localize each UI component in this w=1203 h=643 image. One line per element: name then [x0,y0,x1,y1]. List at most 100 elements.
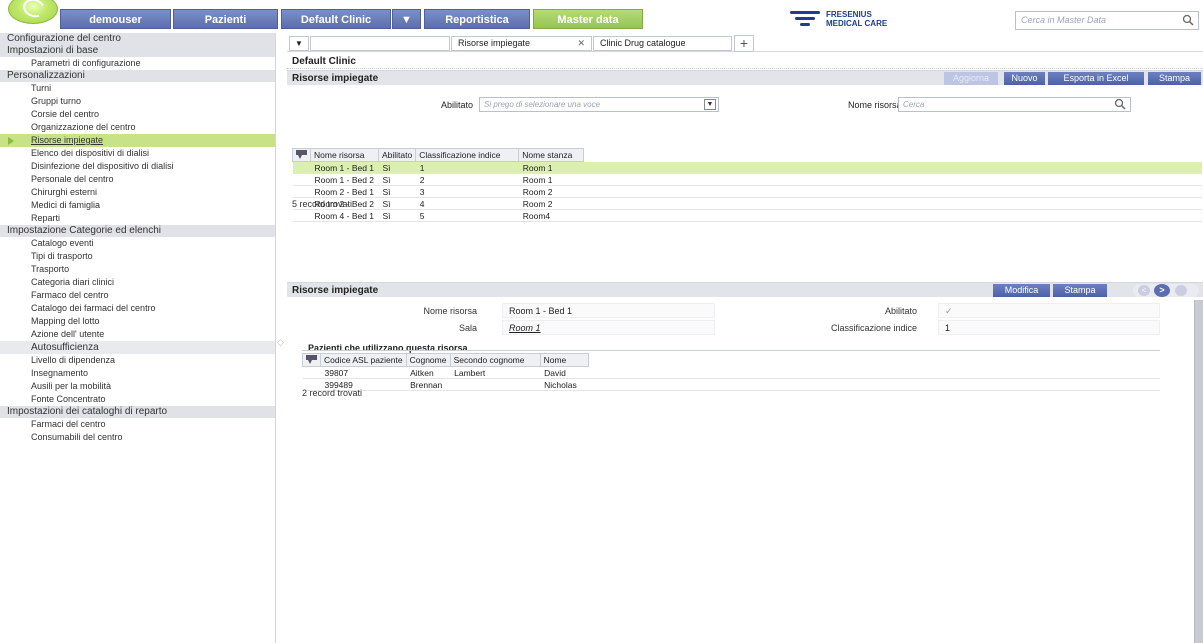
table-row[interactable]: Room 1 - Bed 1 Sì 1 Room 1 [292,161,1202,174]
table-cell: Sì [378,197,416,210]
clinic-nav-button[interactable]: Default Clinic [281,9,391,29]
edit-button[interactable]: Modifica [993,284,1050,297]
sidebar-item[interactable]: Insegnamento [0,367,275,380]
sidebar-collapse-handle-icon[interactable]: ◇ [277,337,287,349]
table-cell-filler [583,209,1202,222]
table-cell: 39807 [320,366,407,379]
sidebar-item[interactable]: Ausili per la mobilità [0,380,275,393]
tab-clinic-drug-catalogue[interactable]: Clinic Drug catalogue [593,36,732,51]
divider [302,350,1160,351]
table-cell: Room 2 - Bed 1 [310,185,379,198]
sidebar-item[interactable]: Personale del centro [0,173,275,186]
sidebar-item[interactable]: Tipi di trasporto [0,250,275,263]
detail-scrollbar[interactable] [1194,300,1203,643]
tab-label: Clinic Drug catalogue [600,38,686,48]
column-header[interactable]: Nome risorsa [310,148,379,162]
search-icon[interactable] [1114,98,1126,112]
sidebar-item[interactable]: Elenco dei dispositivi di dialisi [0,147,275,160]
table-cell: Sì [378,173,416,186]
app-logo[interactable] [8,0,58,24]
classificazione-label: Classificazione indice [830,323,917,333]
sidebar-item[interactable]: Farmaco del centro [0,289,275,302]
table-cell: Room 1 - Bed 1 [310,161,379,174]
next-record-icon[interactable]: > [1154,284,1170,297]
sidebar-item[interactable]: Fonte Concentrato [0,393,275,406]
nome-risorsa-search-input[interactable]: Cerca [898,97,1131,112]
table-row[interactable]: Room 2 - Bed 2 Sì 4 Room 2 [292,197,1202,210]
sidebar-item[interactable]: Turni [0,82,275,95]
column-header[interactable]: Classificazione indice [415,148,520,162]
table-row[interactable]: Room 4 - Bed 1 Sì 5 Room4 [292,209,1202,222]
column-header[interactable]: Secondo cognome [449,353,541,367]
sidebar-section-header: Configurazione del centro [0,33,275,45]
sidebar-item[interactable]: Autosufficienza [0,341,275,354]
clinic-dropdown-arrow-icon[interactable]: ▼ [392,9,421,29]
table-header-row: Nome risorsa Abilitato Classificazione i… [292,148,1203,162]
detail-panel-title: Risorse impiegate [292,285,379,296]
table-cell: Brennan [406,378,451,391]
sidebar-item[interactable]: Livello di dipendenza [0,354,275,367]
last-record-icon[interactable] [1175,285,1187,296]
sidebar-item[interactable]: Farmaci del centro [0,418,275,431]
column-header[interactable]: Abilitato [377,148,417,162]
new-button[interactable]: Nuovo [1004,72,1045,85]
sidebar-item[interactable]: Consumabili del centro [0,431,275,444]
clinic-title: Default Clinic [292,56,356,67]
master-data-search-input[interactable]: Cerca in Master Data [1015,11,1199,30]
tab-risorse-impiegate[interactable]: Risorse impiegate ✕ [451,36,592,51]
add-tab-icon[interactable]: + [734,35,754,52]
table-row[interactable]: 39807 Aitken Lambert David [302,366,1160,379]
table-cell: 3 [415,185,519,198]
record-navigator: < > [1133,284,1199,297]
sidebar-item[interactable]: Catalogo dei farmaci del centro [0,302,275,315]
sala-link[interactable]: Room 1 [502,320,715,335]
patients-nav-button[interactable]: Pazienti [173,9,278,29]
tab-list-dropdown-icon[interactable]: ▼ [289,36,309,51]
sidebar-item[interactable]: Disinfezione del dispositivo di dialisi [0,160,275,173]
sidebar-item[interactable]: Categoria diari clinici [0,276,275,289]
sidebar-item[interactable]: Organizzazione del centro [0,121,275,134]
table-cell: Aitken [406,366,451,379]
table-cell-filler [583,161,1202,174]
resources-table: Nome risorsa Abilitato Classificazione i… [292,148,1202,222]
column-chooser-icon[interactable] [302,353,321,367]
sidebar-item[interactable]: Gruppi turno [0,95,275,108]
table-cell: Room 2 [518,185,584,198]
sidebar-item[interactable]: Mapping del lotto [0,315,275,328]
table-cell: Room 1 [518,173,584,186]
sidebar-item[interactable]: Azione dell' utente [0,328,275,341]
sidebar-item[interactable]: Chirurghi esterni [0,186,275,199]
print-button[interactable]: Stampa [1053,284,1107,297]
table-row[interactable]: 399489 Brennan Nicholas [302,378,1160,391]
table-cell: Sì [378,185,416,198]
abilitato-filter-select[interactable]: Si prego di selezionare una voce ▼ [479,97,719,112]
table-row[interactable]: Room 1 - Bed 2 Sì 2 Room 1 [292,173,1202,186]
chevron-down-icon[interactable]: ▼ [704,99,716,110]
search-icon[interactable] [1182,14,1194,28]
search-placeholder: Cerca [903,100,925,109]
sidebar-section-header: Impostazione Categorie ed elenchi [0,225,275,237]
sidebar-item[interactable]: Medici di famiglia [0,199,275,212]
reports-nav-button[interactable]: Reportistica [424,9,530,29]
column-chooser-icon[interactable] [292,148,311,162]
sidebar-item[interactable]: Risorse impiegate [0,134,275,147]
column-header[interactable]: Cognome [405,353,451,367]
master-data-nav-button[interactable]: Master data [533,9,643,29]
close-tab-icon[interactable]: ✕ [577,37,585,50]
sidebar-item[interactable]: Trasporto [0,263,275,276]
sidebar-item[interactable]: Corsie del centro [0,108,275,121]
refresh-button[interactable]: Aggiorna [944,72,998,85]
user-menu-button[interactable]: demouser [60,9,171,29]
sidebar-item[interactable]: Reparti [0,212,275,225]
previous-record-icon[interactable]: < [1138,285,1150,296]
sidebar-item[interactable]: Catalogo eventi [0,237,275,250]
column-header[interactable]: Nome [539,353,589,367]
sidebar-item[interactable]: Parametri di configurazione [0,57,275,70]
column-header[interactable]: Codice ASL paziente [320,353,407,367]
table-row[interactable]: Room 2 - Bed 1 Sì 3 Room 2 [292,185,1202,198]
column-header[interactable]: Nome stanza [518,148,585,162]
print-button[interactable]: Stampa [1148,72,1201,85]
row-indicator [292,209,311,222]
export-excel-button[interactable]: Esporta in Excel [1048,72,1144,85]
abilitato-checkbox: ✓ [938,303,1160,318]
